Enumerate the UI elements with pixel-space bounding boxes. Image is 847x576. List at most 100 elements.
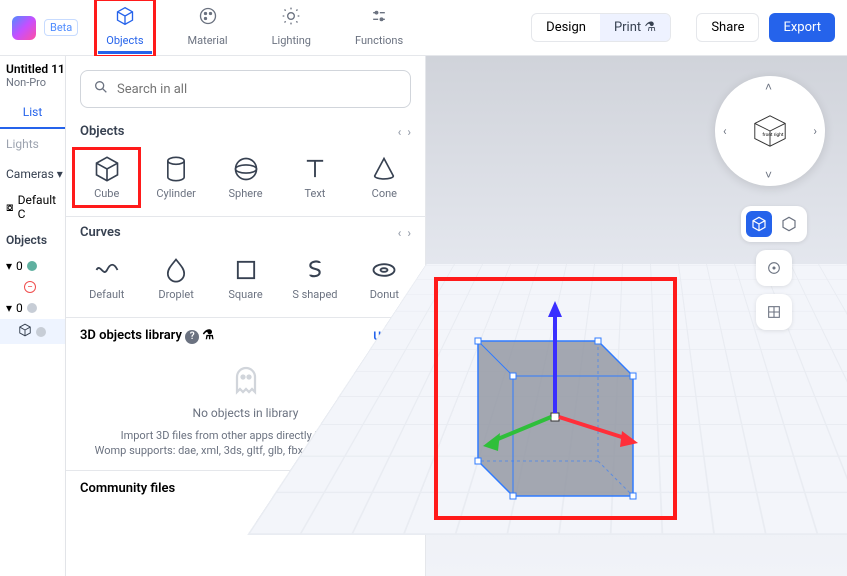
focus-button[interactable] xyxy=(756,250,792,286)
text-icon xyxy=(301,155,329,183)
viewcube-icon: front right xyxy=(751,112,789,150)
curves-header: Curves ‹ › xyxy=(66,217,425,248)
search-input[interactable] xyxy=(117,82,398,97)
object-cube[interactable]: Cube xyxy=(76,151,137,204)
app-logo xyxy=(12,16,36,40)
objects-row: Cube Cylinder Sphere Text Cone xyxy=(66,147,425,216)
view-right-icon[interactable]: › xyxy=(813,124,817,138)
selected-cube-region xyxy=(438,281,673,516)
header-actions: Share Export xyxy=(696,13,835,42)
curve-s-shaped[interactable]: S shaped xyxy=(284,252,345,305)
list-tab[interactable]: List xyxy=(0,97,65,129)
mode-toggle: Design Print ⚗ xyxy=(531,13,671,42)
tab-label: Objects xyxy=(106,34,143,47)
curves-row: Default Droplet Square S shaped Donut xyxy=(66,248,425,317)
palette-icon xyxy=(198,6,218,31)
sphere-icon xyxy=(232,155,260,183)
prev-icon[interactable]: ‹ xyxy=(398,226,402,240)
header-tabs: Objects Material Lighting Functions xyxy=(98,2,411,54)
main-body: Untitled 1155 Non-Pro List Lights Camera… xyxy=(0,56,847,576)
doc-plan: Non-Pro xyxy=(0,76,65,97)
tree-subtract[interactable]: − xyxy=(0,277,65,297)
caret-icon: ▾ xyxy=(6,301,12,315)
ghost-icon xyxy=(228,362,264,398)
subtract-icon: − xyxy=(24,281,36,293)
curve-square[interactable]: Square xyxy=(215,252,276,305)
objects-heading: Objects xyxy=(80,124,124,139)
tree-item-0[interactable]: ▾0 xyxy=(0,255,65,277)
curve-label: Default xyxy=(89,288,124,301)
curve-droplet[interactable]: Droplet xyxy=(145,252,206,305)
prev-icon[interactable]: ‹ xyxy=(398,125,402,139)
sun-icon xyxy=(281,6,301,31)
object-label: Cube xyxy=(94,187,119,200)
sliders-icon xyxy=(369,6,389,31)
material-swatch xyxy=(27,261,37,271)
square-icon xyxy=(232,256,260,284)
curves-heading: Curves xyxy=(80,225,121,240)
top-bar: Beta Objects Material Lighting Functions xyxy=(0,0,847,56)
shading-toggle xyxy=(741,206,807,242)
object-cone[interactable]: Cone xyxy=(354,151,415,204)
tab-label: Lighting xyxy=(272,34,311,47)
view-left-icon[interactable]: ‹ xyxy=(723,124,727,138)
doc-title: Untitled 1155 xyxy=(0,56,65,76)
tab-label: Functions xyxy=(355,34,403,47)
curve-default[interactable]: Default xyxy=(76,252,137,305)
grid-button[interactable] xyxy=(756,294,792,330)
default-camera-item[interactable]: ⧇Default C xyxy=(0,189,65,225)
view-tools xyxy=(741,206,807,330)
droplet-icon xyxy=(162,256,190,284)
cube-icon xyxy=(93,155,121,183)
lights-section[interactable]: Lights xyxy=(0,129,65,159)
caret-icon: ▾ xyxy=(57,167,63,181)
object-label: Text xyxy=(304,187,325,200)
tab-lighting[interactable]: Lighting xyxy=(264,2,319,51)
view-up-icon[interactable]: ˄ xyxy=(765,80,772,94)
material-swatch xyxy=(27,303,37,313)
cone-icon xyxy=(370,155,398,183)
flask-icon: ⚗ xyxy=(202,328,214,343)
object-sphere[interactable]: Sphere xyxy=(215,151,276,204)
left-column: Untitled 1155 Non-Pro List Lights Camera… xyxy=(0,56,66,576)
library-heading: 3D objects library ? ⚗ xyxy=(80,328,214,344)
solid-view-button[interactable] xyxy=(746,211,772,237)
help-icon[interactable]: ? xyxy=(185,330,199,344)
tab-objects[interactable]: Objects xyxy=(98,2,151,54)
objects-section[interactable]: Objects xyxy=(0,225,65,255)
next-icon[interactable]: › xyxy=(407,125,411,139)
object-label: Sphere xyxy=(228,187,262,200)
tab-functions[interactable]: Functions xyxy=(347,2,411,51)
wave-icon xyxy=(93,256,121,284)
beta-badge: Beta xyxy=(44,19,78,36)
mode-design[interactable]: Design xyxy=(532,14,600,41)
search-box[interactable] xyxy=(80,70,411,108)
tab-material[interactable]: Material xyxy=(180,2,236,51)
curve-label: Droplet xyxy=(158,288,193,301)
share-button[interactable]: Share xyxy=(696,13,759,42)
object-label: Cylinder xyxy=(156,187,196,200)
svg-text:right: right xyxy=(774,132,784,138)
donut-icon xyxy=(370,256,398,284)
curve-label: Square xyxy=(228,288,262,301)
view-down-icon[interactable]: ˅ xyxy=(765,168,772,182)
caret-icon: ▾ xyxy=(6,259,12,273)
curve-label: S shaped xyxy=(292,288,337,301)
next-icon[interactable]: › xyxy=(407,226,411,240)
tree-item-1[interactable]: ▾0 xyxy=(0,297,65,319)
view-cube-widget[interactable]: front right ‹ › ˄ ˅ xyxy=(715,76,825,186)
wire-view-button[interactable] xyxy=(776,211,802,237)
objects-header: Objects ‹ › xyxy=(66,116,425,147)
highlight-frame xyxy=(438,281,673,516)
cube-icon xyxy=(18,323,32,340)
object-cylinder[interactable]: Cylinder xyxy=(145,151,206,204)
flask-icon: ⚗ xyxy=(644,20,656,35)
mode-print[interactable]: Print ⚗ xyxy=(600,14,670,41)
object-text[interactable]: Text xyxy=(284,151,345,204)
search-icon xyxy=(93,79,109,99)
tree-cube-selected[interactable] xyxy=(0,319,65,344)
cylinder-icon xyxy=(162,155,190,183)
cameras-section[interactable]: Cameras ▾ xyxy=(0,159,65,189)
viewport[interactable]: front right ‹ › ˄ ˅ xyxy=(426,56,847,576)
export-button[interactable]: Export xyxy=(769,13,835,42)
